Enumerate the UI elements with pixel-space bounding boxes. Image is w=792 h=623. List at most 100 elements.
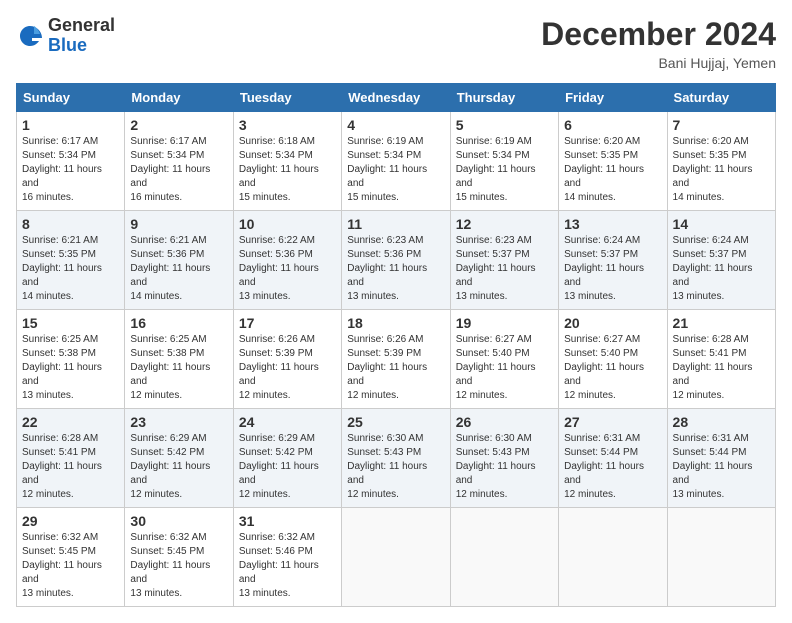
day-header-wednesday: Wednesday [342, 84, 450, 112]
day-info: Sunrise: 6:21 AMSunset: 5:35 PMDaylight:… [22, 235, 102, 302]
logo: General Blue [16, 16, 115, 56]
day-info: Sunrise: 6:29 AMSunset: 5:42 PMDaylight:… [239, 433, 319, 500]
calendar-cell: 8 Sunrise: 6:21 AMSunset: 5:35 PMDaylight… [17, 211, 125, 310]
calendar-cell: 30Sunrise: 6:32 AMSunset: 5:45 PMDayligh… [125, 508, 233, 607]
calendar-cell: 26 Sunrise: 6:30 AMSunset: 5:43 PMDayligh… [450, 409, 558, 508]
day-info: Sunrise: 6:20 AMSunset: 5:35 PMDaylight:… [673, 136, 753, 203]
day-info: Sunrise: 6:24 AMSunset: 5:37 PMDaylight:… [673, 235, 753, 302]
day-info: Sunrise: 6:31 AMSunset: 5:44 PMDaylight:… [673, 433, 753, 500]
day-number: 8 [22, 216, 119, 232]
day-info: Sunrise: 6:31 AMSunset: 5:44 PMDaylight:… [564, 433, 644, 500]
day-number: 15 [22, 315, 119, 331]
day-number: 20 [564, 315, 661, 331]
calendar-cell: 6Sunrise: 6:20 AMSunset: 5:35 PMDaylight… [559, 112, 667, 211]
day-header-tuesday: Tuesday [233, 84, 341, 112]
calendar-cell: 28 Sunrise: 6:31 AMSunset: 5:44 PMDayligh… [667, 409, 775, 508]
day-header-sunday: Sunday [17, 84, 125, 112]
day-info: Sunrise: 6:22 AMSunset: 5:36 PMDaylight:… [239, 235, 319, 302]
day-info: Sunrise: 6:19 AMSunset: 5:34 PMDaylight:… [347, 136, 427, 203]
calendar-cell: 13 Sunrise: 6:24 AMSunset: 5:37 PMDayligh… [559, 211, 667, 310]
day-info: Sunrise: 6:26 AMSunset: 5:39 PMDaylight:… [347, 334, 427, 401]
day-number: 13 [564, 216, 661, 232]
day-info: Sunrise: 6:17 AMSunset: 5:34 PMDaylight:… [22, 136, 102, 203]
day-header-thursday: Thursday [450, 84, 558, 112]
logo-icon [16, 22, 44, 50]
day-number: 3 [239, 117, 336, 133]
calendar-week-2: 8 Sunrise: 6:21 AMSunset: 5:35 PMDaylight… [17, 211, 776, 310]
day-info: Sunrise: 6:23 AMSunset: 5:36 PMDaylight:… [347, 235, 427, 302]
day-number: 26 [456, 414, 553, 430]
day-info: Sunrise: 6:24 AMSunset: 5:37 PMDaylight:… [564, 235, 644, 302]
day-number: 12 [456, 216, 553, 232]
day-number: 30 [130, 513, 227, 529]
calendar-cell: 16Sunrise: 6:25 AMSunset: 5:38 PMDayligh… [125, 310, 233, 409]
day-number: 23 [130, 414, 227, 430]
day-number: 11 [347, 216, 444, 232]
day-number: 29 [22, 513, 119, 529]
day-number: 5 [456, 117, 553, 133]
calendar-cell: 21 Sunrise: 6:28 AMSunset: 5:41 PMDayligh… [667, 310, 775, 409]
calendar-cell: 14 Sunrise: 6:24 AMSunset: 5:37 PMDayligh… [667, 211, 775, 310]
day-number: 17 [239, 315, 336, 331]
day-number: 14 [673, 216, 770, 232]
calendar-cell: 19 Sunrise: 6:27 AMSunset: 5:40 PMDayligh… [450, 310, 558, 409]
calendar-cell: 31 Sunrise: 6:32 AMSunset: 5:46 PMDayligh… [233, 508, 341, 607]
day-info: Sunrise: 6:32 AMSunset: 5:46 PMDaylight:… [239, 532, 319, 599]
day-info: Sunrise: 6:23 AMSunset: 5:37 PMDaylight:… [456, 235, 536, 302]
day-info: Sunrise: 6:25 AMSunset: 5:38 PMDaylight:… [130, 334, 210, 401]
calendar-cell [342, 508, 450, 607]
month-title: December 2024 [541, 16, 776, 53]
day-header-saturday: Saturday [667, 84, 775, 112]
day-number: 9 [130, 216, 227, 232]
calendar-week-5: 29 Sunrise: 6:32 AMSunset: 5:45 PMDayligh… [17, 508, 776, 607]
calendar-cell [450, 508, 558, 607]
day-info: Sunrise: 6:28 AMSunset: 5:41 PMDaylight:… [22, 433, 102, 500]
day-info: Sunrise: 6:30 AMSunset: 5:43 PMDaylight:… [347, 433, 427, 500]
day-number: 21 [673, 315, 770, 331]
day-info: Sunrise: 6:29 AMSunset: 5:42 PMDaylight:… [130, 433, 210, 500]
day-number: 31 [239, 513, 336, 529]
calendar-cell: 27 Sunrise: 6:31 AMSunset: 5:44 PMDayligh… [559, 409, 667, 508]
title-section: December 2024 Bani Hujjaj, Yemen [541, 16, 776, 71]
day-header-friday: Friday [559, 84, 667, 112]
calendar-cell: 1 Sunrise: 6:17 AMSunset: 5:34 PMDaylight… [17, 112, 125, 211]
day-number: 28 [673, 414, 770, 430]
day-number: 1 [22, 117, 119, 133]
day-number: 25 [347, 414, 444, 430]
day-info: Sunrise: 6:27 AMSunset: 5:40 PMDaylight:… [564, 334, 644, 401]
calendar-table: SundayMondayTuesdayWednesdayThursdayFrid… [16, 83, 776, 607]
day-number: 18 [347, 315, 444, 331]
day-info: Sunrise: 6:32 AMSunset: 5:45 PMDaylight:… [22, 532, 102, 599]
calendar-cell: 2Sunrise: 6:17 AMSunset: 5:34 PMDaylight… [125, 112, 233, 211]
day-info: Sunrise: 6:30 AMSunset: 5:43 PMDaylight:… [456, 433, 536, 500]
calendar-week-3: 15 Sunrise: 6:25 AMSunset: 5:38 PMDayligh… [17, 310, 776, 409]
calendar-cell: 5 Sunrise: 6:19 AMSunset: 5:34 PMDaylight… [450, 112, 558, 211]
calendar-cell: 25 Sunrise: 6:30 AMSunset: 5:43 PMDayligh… [342, 409, 450, 508]
day-number: 22 [22, 414, 119, 430]
day-number: 6 [564, 117, 661, 133]
calendar-header-row: SundayMondayTuesdayWednesdayThursdayFrid… [17, 84, 776, 112]
calendar-cell: 29 Sunrise: 6:32 AMSunset: 5:45 PMDayligh… [17, 508, 125, 607]
day-info: Sunrise: 6:28 AMSunset: 5:41 PMDaylight:… [673, 334, 753, 401]
day-info: Sunrise: 6:19 AMSunset: 5:34 PMDaylight:… [456, 136, 536, 203]
calendar-cell [667, 508, 775, 607]
day-info: Sunrise: 6:27 AMSunset: 5:40 PMDaylight:… [456, 334, 536, 401]
day-number: 24 [239, 414, 336, 430]
calendar-cell: 24 Sunrise: 6:29 AMSunset: 5:42 PMDayligh… [233, 409, 341, 508]
calendar-cell [559, 508, 667, 607]
calendar-cell: 10Sunrise: 6:22 AMSunset: 5:36 PMDayligh… [233, 211, 341, 310]
day-info: Sunrise: 6:17 AMSunset: 5:34 PMDaylight:… [130, 136, 210, 203]
calendar-cell: 18 Sunrise: 6:26 AMSunset: 5:39 PMDayligh… [342, 310, 450, 409]
calendar-week-4: 22 Sunrise: 6:28 AMSunset: 5:41 PMDayligh… [17, 409, 776, 508]
day-number: 4 [347, 117, 444, 133]
day-info: Sunrise: 6:25 AMSunset: 5:38 PMDaylight:… [22, 334, 102, 401]
calendar-cell: 7Sunrise: 6:20 AMSunset: 5:35 PMDaylight… [667, 112, 775, 211]
day-header-monday: Monday [125, 84, 233, 112]
day-number: 19 [456, 315, 553, 331]
calendar-cell: 20 Sunrise: 6:27 AMSunset: 5:40 PMDayligh… [559, 310, 667, 409]
calendar-body: 1 Sunrise: 6:17 AMSunset: 5:34 PMDaylight… [17, 112, 776, 607]
calendar-cell: 4 Sunrise: 6:19 AMSunset: 5:34 PMDaylight… [342, 112, 450, 211]
calendar-cell: 23 Sunrise: 6:29 AMSunset: 5:42 PMDayligh… [125, 409, 233, 508]
day-info: Sunrise: 6:26 AMSunset: 5:39 PMDaylight:… [239, 334, 319, 401]
day-number: 27 [564, 414, 661, 430]
